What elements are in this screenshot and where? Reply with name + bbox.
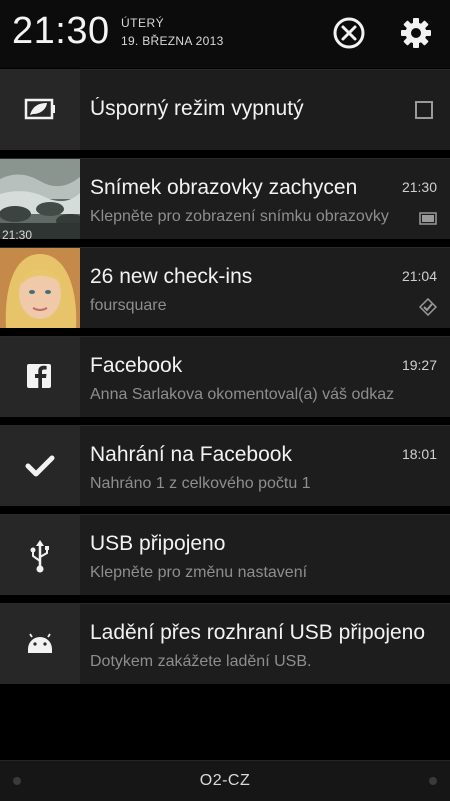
notification-icon-cell: [0, 515, 80, 595]
carrier-name: O2-CZ: [199, 772, 251, 789]
notification-time: 21:04: [401, 268, 437, 284]
notification-facebook[interactable]: Facebook Anna Sarlakova okomentoval(a) v…: [0, 336, 450, 417]
notification-title: Nahrání na Facebook: [90, 443, 292, 466]
avatar: [0, 248, 80, 328]
carrier-bar[interactable]: O2-CZ: [0, 760, 450, 801]
notification-screenshot[interactable]: 21:30 Snímek obrazovky zachycen Klepněte…: [0, 158, 450, 239]
notification-title: Ladění přes rozhraní USB připojeno: [90, 621, 426, 644]
date-block: ÚTERÝ 19. BŘEZNA 2013: [121, 16, 224, 48]
gear-icon: [401, 18, 431, 48]
screenshot-thumbnail: 21:30: [0, 159, 80, 239]
notification-list: Úsporný režim vypnutý 21:30 Snímek obraz…: [0, 69, 450, 692]
facebook-icon: [27, 364, 51, 388]
notification-subtitle: Nahráno 1 z celkového počtu 1: [90, 475, 311, 492]
notification-time: 19:27: [401, 357, 437, 373]
clear-all-button[interactable]: [331, 15, 367, 51]
close-circle-icon: [333, 17, 365, 49]
notification-title: Snímek obrazovky zachycen: [90, 176, 358, 199]
notification-title: USB připojeno: [90, 532, 226, 555]
usb-icon: [30, 540, 49, 573]
settings-button[interactable]: [398, 15, 434, 51]
notification-icon-cell: [0, 426, 80, 506]
notification-subtitle: foursquare: [90, 297, 167, 314]
notification-subtitle: Klepněte pro zobrazení snímku obrazovky: [90, 208, 389, 225]
notification-usb-debugging[interactable]: Ladění přes rozhraní USB připojeno Dotyk…: [0, 603, 450, 684]
android-icon: [28, 633, 52, 653]
notification-title: Úsporný režim vypnutý: [90, 97, 304, 120]
notification-time: 21:30: [401, 179, 437, 195]
weekday: ÚTERÝ: [121, 16, 165, 30]
notification-subtitle: Klepněte pro změnu nastavení: [90, 564, 308, 581]
notification-subtitle: Anna Sarlakova okomentoval(a) váš odkaz: [90, 386, 395, 403]
notification-icon-cell: [0, 604, 80, 684]
battery-saver-icon: [24, 98, 55, 120]
notification-power-saver[interactable]: Úsporný režim vypnutý: [0, 69, 450, 150]
image-icon: [419, 212, 437, 225]
thumbnail-time: 21:30: [2, 228, 32, 239]
notification-facebook-upload[interactable]: Nahrání na Facebook Nahráno 1 z celkovéh…: [0, 425, 450, 506]
notification-icon-cell: [0, 70, 80, 150]
notification-title: 26 new check-ins: [90, 265, 253, 288]
notification-icon-cell: [0, 337, 80, 417]
notification-foursquare[interactable]: 26 new check-ins foursquare 21:04: [0, 247, 450, 328]
power-saver-checkbox[interactable]: [415, 101, 433, 119]
foursquare-icon: [419, 298, 437, 316]
notification-usb[interactable]: USB připojeno Klepněte pro změnu nastave…: [0, 514, 450, 595]
clock: 21:30: [12, 10, 110, 52]
notification-title: Facebook: [90, 354, 183, 377]
status-header: 21:30 ÚTERÝ 19. BŘEZNA 2013: [0, 0, 450, 68]
notification-subtitle: Dotykem zakážete ladění USB.: [90, 653, 312, 670]
date: 19. BŘEZNA 2013: [121, 34, 224, 48]
drag-handle-dot: [429, 777, 437, 785]
checkmark-icon: [25, 455, 55, 477]
notification-time: 18:01: [401, 446, 437, 462]
